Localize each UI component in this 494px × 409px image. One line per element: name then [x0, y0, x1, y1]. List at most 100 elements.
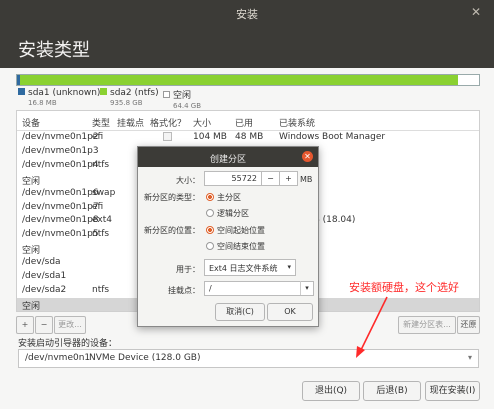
- new-partition-table-button[interactable]: 新建分区表...: [398, 316, 456, 334]
- cell-device: /dev/nvme0n1p3: [22, 145, 99, 156]
- col-system-header[interactable]: 已装系统: [279, 116, 315, 129]
- table-row[interactable]: /dev/nvme0n1p2 efi 104 MB 48 MB Windows Boot…: [17, 131, 479, 144]
- annotation-text: 安装额硬盘，这个选好: [349, 281, 459, 294]
- legend-item-sda1: sda1 (unknown) 16.8 MB: [18, 88, 100, 107]
- type-primary-radio[interactable]: 主分区: [206, 192, 241, 203]
- cell-device: /dev/nvme0n1p8: [22, 215, 99, 226]
- dialog-close-icon[interactable]: ✕: [302, 151, 313, 162]
- col-size-header[interactable]: 大小: [193, 116, 211, 129]
- cell-device: /dev/nvme0n1p5: [22, 229, 99, 240]
- cell-device: /dev/sda: [22, 257, 61, 268]
- window-titlebar: 安装 ✕: [0, 0, 494, 26]
- radio-label: 逻辑分区: [217, 209, 249, 218]
- bootloader-device-select[interactable]: /dev/nvme0n1 NVMe Device (128.0 GB) ▾: [18, 349, 479, 368]
- remove-partition-button[interactable]: −: [35, 316, 53, 334]
- radio-selected-icon: [206, 193, 214, 201]
- mount-point-label: 挂载点：: [168, 286, 200, 295]
- add-partition-button[interactable]: +: [16, 316, 34, 334]
- size-increment-button[interactable]: +: [279, 171, 298, 186]
- location-start-radio[interactable]: 空间起始位置: [206, 225, 265, 236]
- col-used-header[interactable]: 已用: [235, 116, 253, 129]
- disk-usage-sda1-strip: [17, 75, 20, 85]
- size-input[interactable]: 55722: [204, 171, 262, 186]
- cell-device: 空闲: [22, 246, 41, 257]
- annotation-arrow-icon: [356, 296, 388, 358]
- cell-size: 104 MB: [193, 132, 227, 142]
- window-title: 安装: [236, 8, 258, 21]
- create-partition-dialog: 创建分区 ✕ 大小： 55722 − + MB 新分区的类型： 主分区 逻辑分区…: [137, 146, 319, 327]
- cell-device: /dev/nvme0n1p7: [22, 201, 99, 212]
- installer-window: 安装 ✕ 安装类型 sda1 (unknown) 16.8 MB sda2 (n…: [0, 0, 494, 409]
- legend-swatch: [163, 91, 170, 98]
- format-checkbox[interactable]: [163, 132, 172, 141]
- change-partition-button[interactable]: 更改...: [54, 316, 86, 334]
- cell-device: /dev/nvme0n1p2: [22, 132, 99, 142]
- legend-item-sda2: sda2 (ntfs) 935.8 GB: [100, 88, 159, 107]
- legend-item-free: 空闲 64.4 GB: [163, 88, 201, 110]
- legend-size: 64.4 GB: [173, 102, 202, 110]
- legend-size: 935.8 GB: [110, 99, 143, 107]
- cell-type: ntfs: [92, 284, 110, 295]
- dialog-titlebar: 创建分区 ✕: [138, 147, 318, 167]
- size-label: 大小：: [176, 176, 200, 185]
- col-format-header[interactable]: 格式化？: [150, 116, 186, 129]
- type-logical-radio[interactable]: 逻辑分区: [206, 208, 249, 219]
- radio-selected-icon: [206, 226, 214, 234]
- size-decrement-button[interactable]: −: [261, 171, 280, 186]
- cell-device: /dev/sda2: [22, 284, 67, 295]
- location-end-radio[interactable]: 空间结束位置: [206, 241, 265, 252]
- size-value: 55722: [231, 174, 257, 183]
- chevron-down-icon: ▾: [287, 263, 291, 271]
- bootloader-device-desc: NVMe Device (128.0 GB): [89, 353, 201, 363]
- use-as-select[interactable]: Ext4 日志文件系统 ▾: [204, 259, 296, 276]
- legend-label: 空闲: [173, 91, 192, 101]
- cell-type: efi: [92, 201, 104, 212]
- legend-size: 16.8 MB: [28, 99, 57, 107]
- radio-icon: [206, 242, 214, 250]
- legend-label: sda2 (ntfs): [110, 88, 159, 98]
- cell-type: efi: [92, 132, 104, 142]
- back-button[interactable]: 后退(B): [363, 381, 421, 401]
- cell-type: swap: [92, 187, 116, 198]
- dialog-cancel-button[interactable]: 取消(C): [215, 303, 265, 321]
- cell-device: 空闲: [22, 301, 41, 312]
- page-header: 安装类型: [0, 26, 494, 68]
- bootloader-label: 安装启动引导器的设备：: [18, 339, 118, 349]
- use-as-value: Ext4 日志文件系统: [209, 264, 278, 273]
- legend-swatch: [18, 88, 25, 95]
- cell-type: ntfs: [92, 229, 110, 240]
- radio-label: 空间结束位置: [217, 242, 265, 251]
- cell-used: 48 MB: [235, 132, 264, 142]
- cell-type: ntfs: [92, 159, 110, 170]
- dialog-ok-button[interactable]: OK: [267, 303, 313, 321]
- cell-device: /dev/nvme0n1p6: [22, 187, 99, 198]
- partition-location-label: 新分区的位置：: [144, 226, 200, 235]
- quit-button[interactable]: 退出(Q): [302, 381, 360, 401]
- col-device-header[interactable]: 设备: [22, 116, 40, 129]
- mount-point-combo[interactable]: / ▾: [204, 281, 314, 296]
- radio-label: 主分区: [217, 193, 241, 202]
- radio-icon: [206, 209, 214, 217]
- close-icon[interactable]: ✕: [468, 4, 484, 20]
- cell-device: /dev/nvme0n1p4: [22, 159, 99, 170]
- partition-type-label: 新分区的类型：: [144, 193, 200, 202]
- mount-point-value: /: [209, 284, 212, 293]
- legend-label: sda1 (unknown): [28, 88, 101, 98]
- install-now-button[interactable]: 现在安装(I): [425, 381, 480, 401]
- col-type-header[interactable]: 类型: [92, 116, 110, 129]
- use-as-label: 用于：: [176, 265, 200, 274]
- legend-swatch: [100, 88, 107, 95]
- revert-button[interactable]: 还原: [457, 316, 480, 334]
- radio-label: 空间起始位置: [217, 226, 265, 235]
- chevron-down-icon: ▾: [467, 353, 472, 362]
- table-header: 设备 类型 挂载点 格式化？ 大小 已用 已装系统: [17, 111, 479, 131]
- cell-system: Windows Boot Manager: [279, 132, 386, 142]
- cell-device: 空闲: [22, 176, 41, 187]
- disk-usage-fill: [17, 75, 459, 85]
- bootloader-device: /dev/nvme0n1: [25, 353, 91, 363]
- chevron-down-icon[interactable]: ▾: [300, 281, 313, 295]
- page-title: 安装类型: [18, 40, 90, 61]
- cell-type: ext4: [92, 215, 112, 226]
- size-unit: MB: [300, 175, 313, 184]
- col-mount-header[interactable]: 挂载点: [117, 116, 144, 129]
